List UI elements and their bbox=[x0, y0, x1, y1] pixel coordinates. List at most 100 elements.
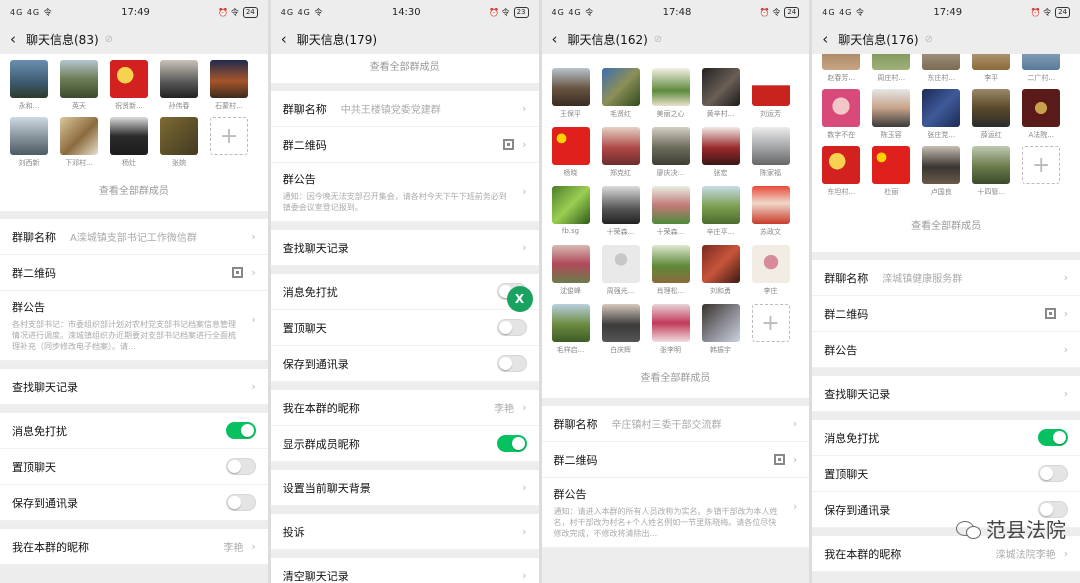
mute-toggle[interactable] bbox=[225, 422, 256, 439]
member-avatar[interactable]: fb.sg bbox=[551, 186, 590, 237]
find-history-row[interactable]: 查找聊天记录 › bbox=[0, 369, 268, 405]
member-avatar[interactable]: 肖理松... bbox=[651, 245, 690, 296]
view-all-members-link[interactable]: 查看全部群成员 bbox=[812, 201, 1080, 252]
group-notice-row[interactable]: 群公告 › bbox=[812, 332, 1080, 368]
member-avatar[interactable]: 苏政文 bbox=[751, 186, 790, 237]
member-avatar[interactable]: 毛贤红 bbox=[601, 68, 640, 119]
group-notice-row[interactable]: 群公告 通知：因今晚无法支部召开集会，请各村今天下午下班前务必到镇委会议室登记报到… bbox=[270, 163, 539, 222]
pin-toggle[interactable] bbox=[1038, 465, 1068, 482]
my-nickname-value: 滦城法院李艳 bbox=[995, 550, 1056, 561]
group-name-row[interactable]: 群聊名称 滦城镇健康服务群 › bbox=[812, 260, 1080, 296]
chevron-right-icon: › bbox=[522, 401, 527, 414]
group-qr-row[interactable]: 群二维码 › bbox=[0, 255, 268, 291]
member-avatar[interactable]: 赵春芳... bbox=[822, 54, 861, 83]
member-avatar[interactable]: 东坦村... bbox=[822, 146, 861, 197]
show-nicknames-toggle[interactable] bbox=[496, 435, 527, 452]
member-avatar[interactable]: 辛庄平... bbox=[701, 186, 740, 237]
member-avatar[interactable]: 杨晓 bbox=[551, 127, 590, 178]
member-avatar[interactable]: 刘西新 bbox=[10, 117, 48, 168]
pin-toggle[interactable] bbox=[496, 319, 527, 336]
member-avatar[interactable]: 陈玉容 bbox=[872, 89, 911, 140]
member-avatar[interactable]: 王保平 bbox=[551, 68, 590, 119]
member-avatar[interactable]: 周强光... bbox=[601, 245, 640, 296]
add-member-button[interactable]: + bbox=[1022, 146, 1061, 197]
member-avatar[interactable]: 下邓村... bbox=[60, 117, 98, 168]
member-avatar[interactable]: 十荣森... bbox=[651, 186, 690, 237]
member-avatar[interactable]: 白庆辉 bbox=[601, 304, 640, 355]
my-nickname-row[interactable]: 我在本群的昵称 李艳 › bbox=[0, 529, 268, 565]
member-avatar[interactable]: 廖庆决... bbox=[651, 127, 690, 178]
group-notice-row[interactable]: 群公告 通知：请进入本群的所有人员改称为实名。乡镇干部改为本人姓名，村干部改为村名… bbox=[541, 478, 810, 548]
member-avatar[interactable]: 美丽之心 bbox=[651, 68, 690, 119]
add-member-button[interactable]: + bbox=[210, 117, 248, 168]
member-avatar[interactable]: 十四管... bbox=[972, 146, 1011, 197]
member-avatar[interactable]: A法院... bbox=[1022, 89, 1061, 140]
chevron-right-icon: › bbox=[522, 525, 527, 538]
back-arrow-icon[interactable]: ‹ bbox=[281, 30, 291, 48]
member-avatar[interactable]: 李庄 bbox=[751, 245, 790, 296]
group-notice-row[interactable]: 群公告 各村支部书记：市委组织部计划对农村党支部书记档案信息管理情况进行调度。滦城… bbox=[0, 291, 268, 361]
pin-row: 置顶聊天 bbox=[0, 449, 268, 485]
member-avatar[interactable]: 英天 bbox=[60, 60, 98, 111]
mute-toggle[interactable] bbox=[1038, 429, 1068, 446]
group-notice-text: 通知：因今晚无法支部召开集会，请各村今天下午下班前务必到镇委会议室登记报到。 bbox=[282, 192, 507, 212]
chat-background-row[interactable]: 设置当前聊天背景 › bbox=[270, 470, 539, 506]
view-all-members-link[interactable]: 查看全部群成员 bbox=[0, 172, 268, 211]
member-avatar[interactable]: 十荣森... bbox=[601, 186, 640, 237]
member-avatar[interactable]: 张宏 bbox=[701, 127, 740, 178]
member-avatar[interactable]: 永和... bbox=[10, 60, 48, 111]
view-all-members-link[interactable]: 查看全部群成员 bbox=[541, 359, 810, 398]
group-qr-row[interactable]: 群二维码 › bbox=[541, 442, 810, 478]
member-avatar[interactable]: 数字不在 bbox=[822, 89, 861, 140]
member-avatar[interactable]: 孙伟春 bbox=[160, 60, 198, 111]
group-name-row[interactable]: 群聊名称 A滦城镇支部书记工作微信群 › bbox=[0, 219, 268, 255]
back-arrow-icon[interactable]: ‹ bbox=[822, 30, 832, 48]
view-all-members-link[interactable]: 查看全部群成员 bbox=[270, 54, 539, 83]
mute-bell-icon: ⊘ bbox=[653, 33, 663, 45]
find-history-row[interactable]: 查找聊天记录 › bbox=[270, 230, 539, 266]
group-name-row[interactable]: 群聊名称 中共王楼镇党委党建群 › bbox=[270, 91, 539, 127]
member-avatar[interactable]: 祝贤新... bbox=[110, 60, 148, 111]
member-avatar[interactable]: 二广村... bbox=[1022, 54, 1061, 83]
complain-row[interactable]: 投诉 › bbox=[270, 514, 539, 550]
save-contacts-toggle[interactable] bbox=[496, 355, 527, 372]
member-avatar[interactable]: 韩振宇 bbox=[701, 304, 740, 355]
group-name-value: A滦城镇支部书记工作微信群 bbox=[70, 233, 197, 244]
alarm-wifi-icon: ⏰ 令 bbox=[1030, 7, 1052, 17]
floating-close-button[interactable]: X bbox=[506, 286, 533, 312]
my-nickname-row[interactable]: 我在本群的昵称 李艳 › bbox=[270, 390, 539, 426]
battery-icon: 24 bbox=[784, 6, 800, 18]
member-avatar[interactable]: 郑克红 bbox=[601, 127, 640, 178]
group-qr-row[interactable]: 群二维码 › bbox=[812, 296, 1080, 332]
clear-history-row[interactable]: 清空聊天记录 › bbox=[270, 558, 539, 583]
member-avatar[interactable]: 张婉 bbox=[160, 117, 198, 168]
member-avatar[interactable]: 卢国良 bbox=[922, 146, 961, 197]
find-history-row[interactable]: 查找聊天记录 › bbox=[812, 376, 1080, 412]
member-avatar[interactable]: 陈家福 bbox=[751, 127, 790, 178]
member-avatar[interactable]: 张庄党... bbox=[922, 89, 961, 140]
back-arrow-icon[interactable]: ‹ bbox=[552, 30, 562, 48]
member-avatar[interactable]: 石蒙村... bbox=[210, 60, 248, 111]
pin-toggle[interactable] bbox=[225, 458, 256, 475]
member-avatar[interactable]: 张李明 bbox=[651, 304, 690, 355]
status-bar: 4G 4G 令 17:48 ⏰ 令 24 bbox=[541, 0, 810, 24]
member-avatar[interactable]: 薛运红 bbox=[972, 89, 1011, 140]
chevron-right-icon: › bbox=[1063, 343, 1068, 356]
member-avatar[interactable]: 刘和勇 bbox=[701, 245, 740, 296]
member-avatar[interactable]: 杜丽 bbox=[872, 146, 911, 197]
member-avatar[interactable]: 刘运芳 bbox=[751, 68, 790, 119]
member-avatar[interactable]: 杨灶 bbox=[110, 117, 148, 168]
back-arrow-icon[interactable]: ‹ bbox=[10, 30, 20, 48]
member-avatar[interactable]: 李平 bbox=[972, 54, 1011, 83]
group-qr-row[interactable]: 群二维码 › bbox=[270, 127, 539, 163]
member-avatar[interactable]: 沈俊峰 bbox=[551, 245, 590, 296]
add-member-button[interactable]: + bbox=[751, 304, 790, 355]
member-avatar[interactable]: 周庄村... bbox=[872, 54, 911, 83]
member-avatar[interactable]: 毛祥启... bbox=[551, 304, 590, 355]
mute-row: 消息免打扰 bbox=[270, 274, 539, 310]
member-avatar[interactable]: 东庄村... bbox=[922, 54, 961, 83]
screenshot-collage: 4G 4G 令 17:49 ⏰ 令 24 ‹ 聊天信息(83) ⊘ 永和... 英… bbox=[0, 0, 1080, 583]
group-name-row[interactable]: 群聊名称 辛庄镇村三委干部交流群 › bbox=[541, 406, 810, 442]
member-avatar[interactable]: 黄辛村... bbox=[701, 68, 740, 119]
save-contacts-toggle[interactable] bbox=[225, 494, 256, 511]
